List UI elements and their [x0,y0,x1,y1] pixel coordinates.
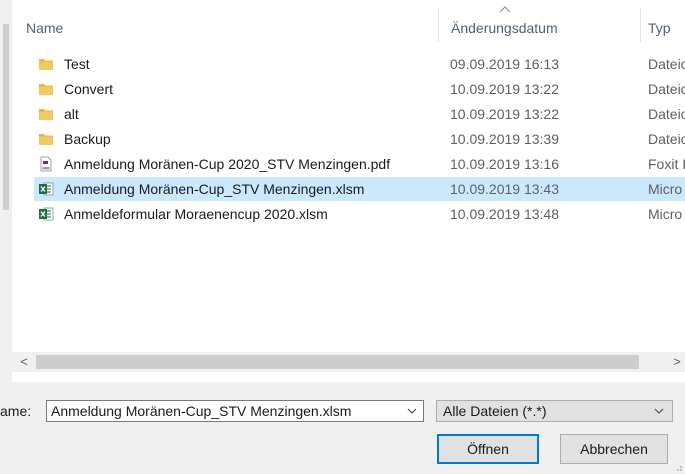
filename-label: ame: [0,403,32,419]
cancel-button[interactable]: Abbrechen [560,434,668,464]
column-separator[interactable] [640,8,641,42]
file-type: Dateio [648,81,685,97]
column-header: Name Änderungsdatum Typ [12,6,685,42]
folder-icon [38,56,54,72]
folder-icon [38,106,54,122]
file-row[interactable]: alt 10.09.2019 13:22 Dateio [34,102,685,126]
file-type: Dateio [648,56,685,72]
filename-input[interactable]: Anmeldung Moränen-Cup_STV Menzingen.xlsm [51,401,351,421]
file-date: 10.09.2019 13:22 [450,106,559,122]
chevron-down-icon[interactable] [654,407,664,415]
file-type: Micro [648,206,683,222]
file-date: 10.09.2019 13:43 [450,181,559,197]
vertical-scrollbar[interactable] [0,0,12,382]
column-separator[interactable] [438,8,439,42]
file-row[interactable]: Test 09.09.2019 16:13 Dateio [34,52,685,76]
file-type: Dateio [648,106,685,122]
file-row[interactable]: Backup 10.09.2019 13:39 Dateio [34,127,685,151]
file-date: 10.09.2019 13:22 [450,81,559,97]
file-date: 10.09.2019 13:48 [450,206,559,222]
file-name: Convert [64,81,114,97]
file-name: Anmeldung Moränen-Cup_STV Menzingen.xlsm [64,181,365,197]
file-name: Backup [64,131,111,147]
scroll-right-button[interactable]: > [669,352,685,372]
file-row[interactable]: Convert 10.09.2019 13:22 Dateio [34,77,685,101]
folder-icon [38,131,54,147]
file-type: Micro [648,181,683,197]
file-list-panel[interactable]: Name Änderungsdatum Typ Test 09.09.2019 1… [0,0,685,382]
file-date: 10.09.2019 13:39 [450,131,559,147]
file-name: Anmeldeformular Moraenencup 2020.xlsm [64,206,328,222]
scroll-left-button[interactable]: < [16,352,32,372]
excel-icon [38,206,54,222]
vertical-scrollbar-thumb[interactable] [3,24,9,210]
file-date: 10.09.2019 13:16 [450,156,559,172]
column-date[interactable]: Änderungsdatum [451,8,558,42]
resize-grip-icon[interactable] [673,462,683,472]
file-name: Anmeldung Moränen-Cup 2020_STV Menzingen… [64,156,391,172]
file-row[interactable]: Anmeldung Moränen-Cup 2020_STV Menzingen… [34,152,685,176]
pdf-icon [38,156,54,172]
file-type-filter[interactable]: Alle Dateien (*.*) [436,400,673,422]
file-row[interactable]: Anmeldeformular Moraenencup 2020.xlsm 10.… [34,202,685,226]
file-date: 09.09.2019 16:13 [450,56,559,72]
chevron-down-icon[interactable] [407,407,417,415]
filename-combobox[interactable]: Anmeldung Moränen-Cup_STV Menzingen.xlsm [46,400,424,422]
file-type: Foxit I [648,156,685,172]
file-row[interactable]: Anmeldung Moränen-Cup_STV Menzingen.xlsm… [34,177,685,201]
file-type: Dateio [648,131,685,147]
open-button[interactable]: Öffnen [437,434,539,464]
file-type-filter-value: Alle Dateien (*.*) [443,403,547,419]
column-name[interactable]: Name [26,8,63,42]
folder-icon [38,81,54,97]
column-type[interactable]: Typ [648,8,671,42]
file-name: Test [64,56,90,72]
horizontal-scrollbar-thumb[interactable] [36,355,639,369]
excel-icon [38,181,54,197]
file-name: alt [64,106,79,122]
horizontal-scrollbar[interactable]: < > [12,352,685,372]
